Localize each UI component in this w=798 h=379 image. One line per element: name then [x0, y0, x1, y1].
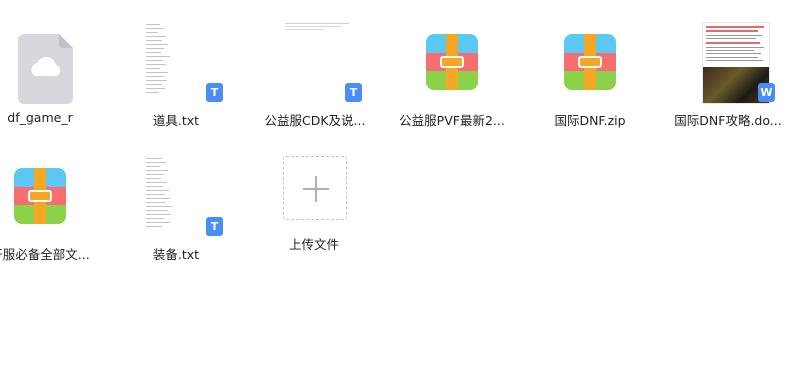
file-item-df-game-r[interactable]: df_game_r — [0, 12, 108, 142]
file-item-archive[interactable]: 公益服PVF最新2... — [384, 12, 520, 142]
file-item-doc[interactable]: W 国际DNF攻略.do... — [660, 12, 796, 142]
upload-dropzone[interactable] — [283, 156, 347, 220]
cloud-file-icon — [6, 22, 74, 104]
txt-file-icon: T — [142, 156, 223, 236]
file-item-txt[interactable]: T 道具.txt — [108, 12, 244, 142]
file-item-txt[interactable]: T 装备.txt — [108, 146, 244, 276]
word-badge-icon: W — [758, 83, 775, 102]
file-name: 道具.txt — [152, 113, 200, 128]
file-name: 公益服PVF最新2... — [399, 113, 505, 128]
file-name: 国际DNF.zip — [554, 113, 626, 128]
file-item-archive[interactable]: 开服必备全部文... — [0, 146, 108, 276]
doc-file-icon: W — [694, 22, 775, 104]
txt-file-icon: T — [142, 22, 223, 102]
archive-icon — [6, 156, 74, 232]
txt-file-icon: T — [281, 22, 362, 102]
archive-icon — [418, 22, 486, 98]
archive-icon — [556, 22, 624, 98]
file-name: 公益服CDK及说... — [264, 113, 366, 128]
file-item-txt[interactable]: T 公益服CDK及说... — [247, 12, 383, 142]
file-name: 开服必备全部文... — [0, 247, 90, 262]
txt-badge-icon: T — [345, 83, 362, 102]
upload-label: 上传文件 — [288, 237, 339, 252]
txt-badge-icon: T — [206, 83, 223, 102]
txt-badge-icon: T — [206, 217, 223, 236]
file-name: df_game_r — [7, 110, 73, 125]
file-name: 装备.txt — [152, 247, 200, 262]
file-item-archive[interactable]: 国际DNF.zip — [522, 12, 658, 142]
file-name: 国际DNF攻略.do... — [674, 113, 782, 128]
